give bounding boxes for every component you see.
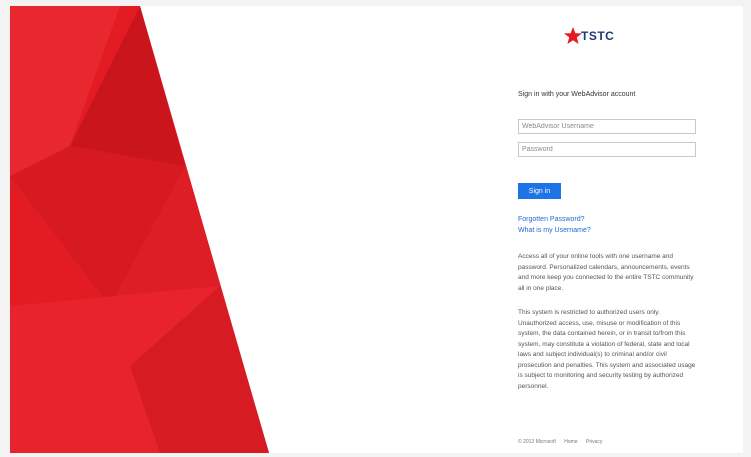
footer-home-link[interactable]: Home bbox=[564, 439, 577, 445]
red-background-illustration bbox=[10, 6, 269, 453]
info-paragraph-restricted: This system is restricted to authorized … bbox=[518, 309, 696, 390]
signin-button[interactable]: Sign in bbox=[518, 183, 561, 199]
login-panel: TSTC Sign in with your WebAdvisor accoun… bbox=[518, 6, 703, 453]
password-input[interactable] bbox=[518, 142, 696, 157]
footer-copyright: © 2013 Microsoft bbox=[518, 439, 556, 445]
logo-text: TSTC bbox=[581, 29, 615, 43]
username-input[interactable] bbox=[518, 119, 696, 134]
forgot-password-link[interactable]: Forgotten Password? bbox=[518, 216, 585, 223]
signin-heading: Sign in with your WebAdvisor account bbox=[518, 91, 636, 98]
tstc-logo: TSTC bbox=[563, 26, 619, 48]
footer: © 2013 Microsoft Home Privacy bbox=[518, 439, 609, 445]
info-paragraph-access: Access all of your online tools with one… bbox=[518, 253, 694, 292]
page-frame: TSTC Sign in with your WebAdvisor accoun… bbox=[10, 6, 743, 453]
what-username-link[interactable]: What is my Username? bbox=[518, 227, 591, 234]
star-icon bbox=[564, 27, 582, 44]
footer-privacy-link[interactable]: Privacy bbox=[586, 439, 602, 445]
